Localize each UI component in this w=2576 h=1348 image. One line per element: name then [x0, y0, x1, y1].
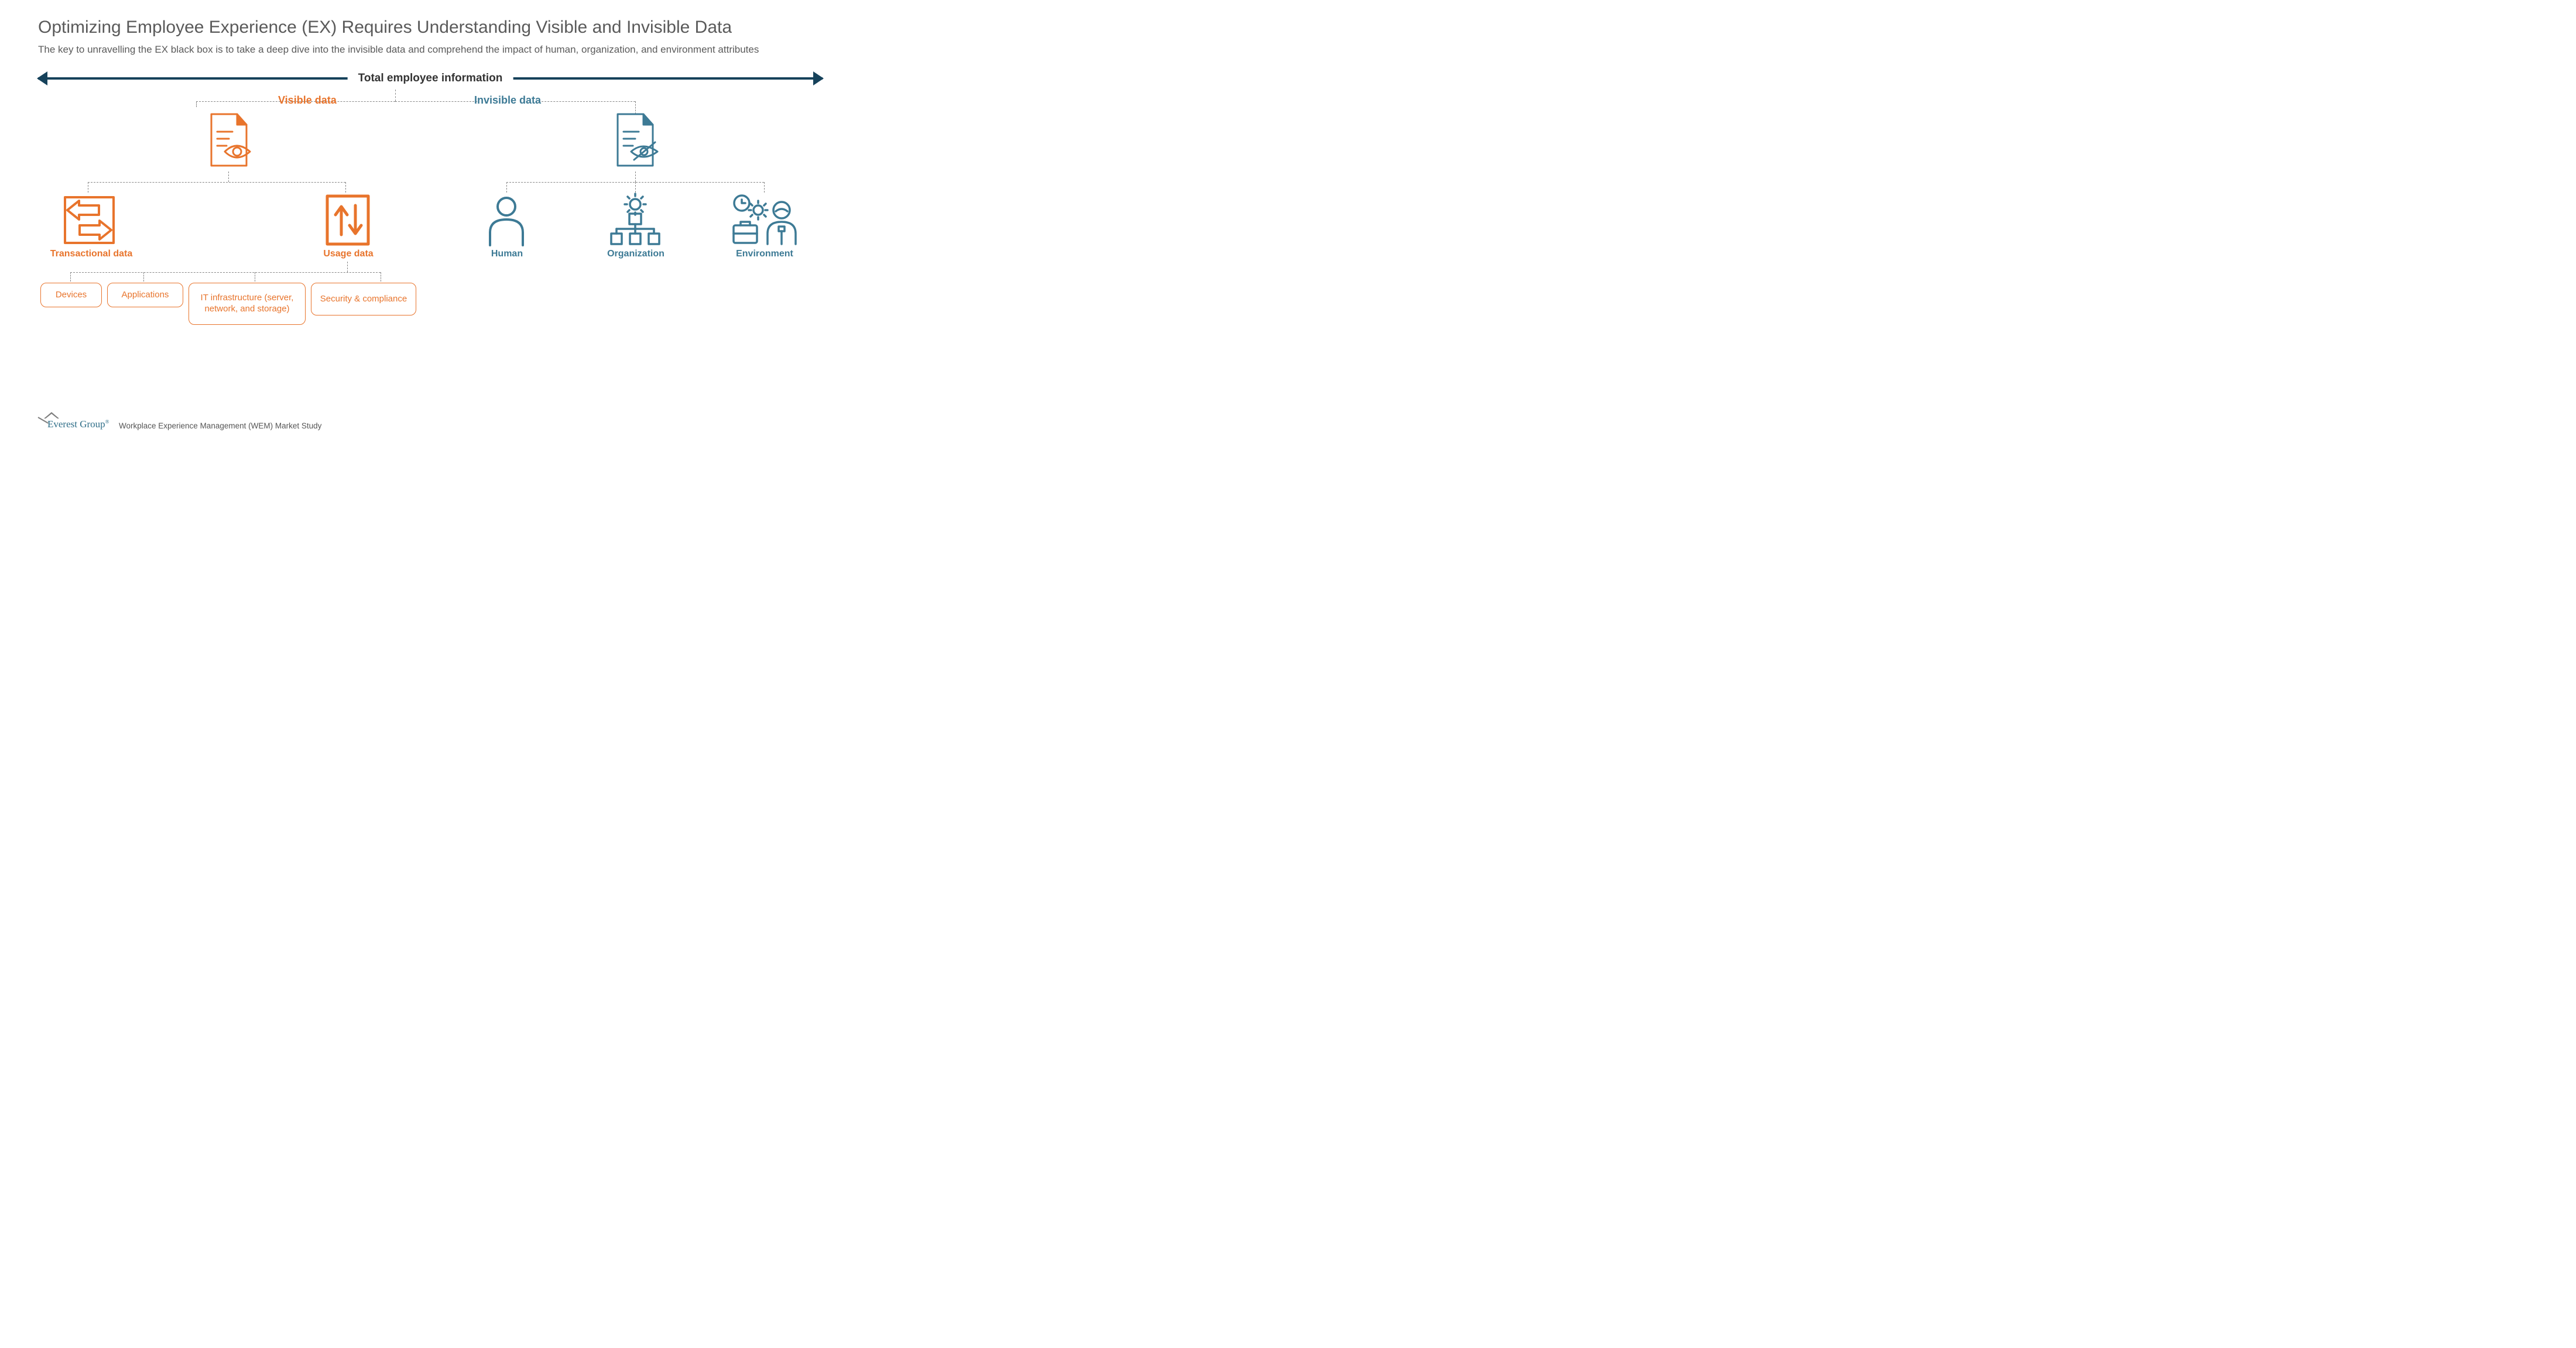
- pill-applications: Applications: [107, 283, 183, 307]
- visible-document-eye-icon: [204, 112, 254, 173]
- pill-devices: Devices: [40, 283, 102, 307]
- organization-icon: [606, 193, 664, 251]
- transactional-arrows-icon: [61, 194, 117, 249]
- node-usage-data: Usage data: [313, 249, 383, 259]
- axis-label: Total employee information: [348, 72, 513, 85]
- everest-group-logo: Everest Group®: [38, 412, 114, 432]
- footer-note: Workplace Experience Management (WEM) Ma…: [119, 421, 321, 432]
- logo-caret-icon: [44, 412, 59, 419]
- node-human: Human: [481, 249, 533, 259]
- diagram: Visible data Invisible data: [38, 90, 823, 353]
- section-invisible-data: Invisible data: [474, 94, 541, 107]
- axis-arrow-right-icon: [813, 71, 824, 85]
- page-title: Optimizing Employee Experience (EX) Requ…: [38, 18, 823, 37]
- brand-name: Everest Group: [47, 419, 105, 430]
- usage-updown-icon: [325, 194, 371, 249]
- node-organization: Organization: [601, 249, 670, 259]
- environment-icon: [729, 193, 799, 251]
- brand-registered: ®: [105, 419, 109, 424]
- page-subtitle: The key to unravelling the EX black box …: [38, 43, 776, 57]
- invisible-document-hidden-icon: [611, 112, 660, 173]
- node-transactional-data: Transactional data: [42, 249, 141, 259]
- footer: Everest Group® Workplace Experience Mana…: [38, 412, 321, 432]
- axis-arrow-left-icon: [37, 71, 47, 85]
- pill-security-compliance: Security & compliance: [311, 283, 416, 315]
- section-visible-data: Visible data: [278, 94, 337, 107]
- axis-total-employee-info: Total employee information: [38, 70, 823, 87]
- node-environment: Environment: [732, 249, 797, 259]
- human-icon: [483, 194, 530, 251]
- pill-it-infrastructure: IT infrastructure (server, network, and …: [189, 283, 306, 325]
